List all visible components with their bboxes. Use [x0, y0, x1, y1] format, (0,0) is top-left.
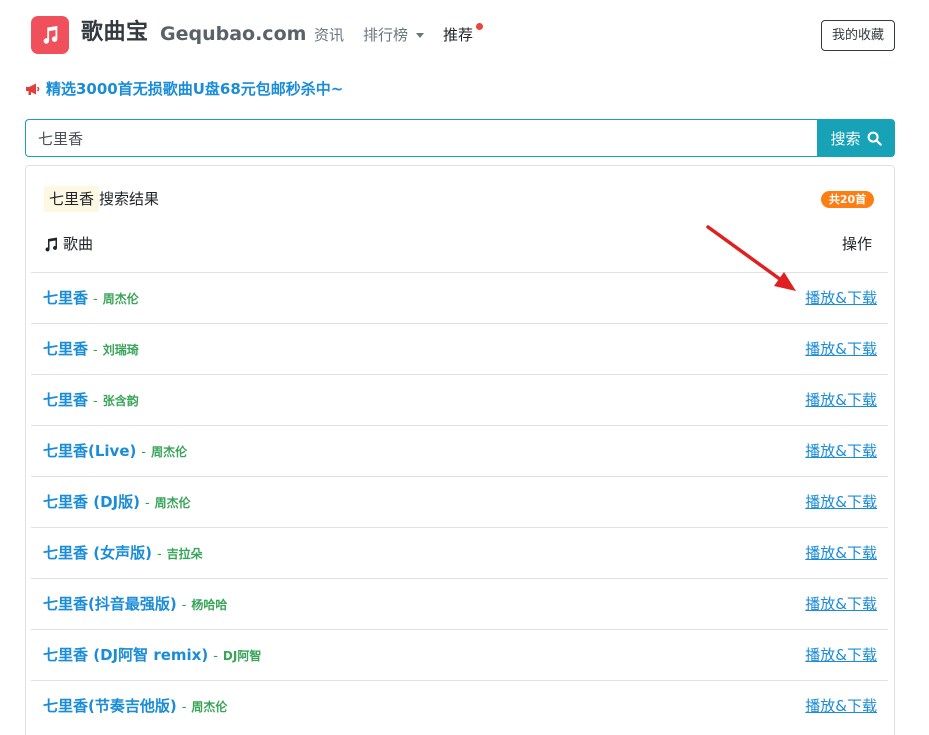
song-title-link[interactable]: 七里香 (DJ版) [43, 492, 140, 512]
list-item: 七里香 (DJ阿智 remix) - DJ阿智 播放&下载 [31, 629, 888, 680]
results-heading: 七里香 搜索结果 [44, 186, 159, 212]
logo[interactable] [31, 16, 69, 54]
song-title-link[interactable]: 七里香(Live) [43, 441, 136, 461]
chevron-down-icon [416, 32, 425, 38]
play-download-link[interactable]: 播放&下载 [805, 390, 877, 410]
song-artist: 周杰伦 [102, 292, 139, 306]
song-title-link[interactable]: 七里香(节奏吉他版) [43, 696, 177, 716]
search-icon [867, 131, 882, 146]
column-header-song: 歌曲 [44, 233, 93, 255]
annotation-arrow-icon [706, 225, 796, 291]
search-input[interactable] [25, 119, 819, 157]
result-count-badge: 共20首 [821, 191, 874, 208]
search-button-label: 搜索 [830, 129, 861, 148]
nav-rankings-label: 排行榜 [363, 26, 409, 44]
nav-news[interactable]: 资讯 [314, 25, 344, 45]
song-title-link[interactable]: 七里香 (女声版) [43, 543, 152, 563]
announcement-link[interactable]: 精选3000首无损歌曲U盘68元包邮秒杀中~ [25, 79, 343, 99]
song-title-link[interactable]: 七里香(抖音最强版) [43, 594, 177, 614]
song-artist: 周杰伦 [191, 700, 228, 714]
play-download-link[interactable]: 播放&下载 [805, 594, 877, 614]
search-keyword: 七里香 [44, 186, 100, 212]
favorites-button[interactable]: 我的收藏 [821, 20, 895, 51]
play-download-link[interactable]: 播放&下载 [805, 492, 877, 512]
song-artist: 张含韵 [102, 394, 139, 408]
song-title-link[interactable]: 七里香 [43, 288, 88, 308]
list-item: 七里香(抖音最强版) - 杨哈哈 播放&下载 [31, 578, 888, 629]
play-download-link[interactable]: 播放&下载 [805, 645, 877, 665]
header: 歌曲宝 Gequbao.com 资讯 排行榜 推荐 我的收藏 [0, 0, 929, 70]
play-download-link[interactable]: 播放&下载 [805, 339, 877, 359]
list-item: 七里香 (女声版) - 吉拉朵 播放&下载 [31, 527, 888, 578]
song-title-link[interactable]: 七里香 [43, 390, 88, 410]
song-artist: 杨哈哈 [191, 598, 228, 612]
search-button[interactable]: 搜索 [817, 119, 895, 157]
results-heading-suffix: 搜索结果 [99, 190, 160, 208]
play-download-link[interactable]: 播放&下载 [805, 288, 877, 308]
brand-domain[interactable]: Gequbao.com [160, 20, 306, 48]
song-artist: DJ阿智 [222, 649, 262, 663]
notification-dot [476, 23, 483, 30]
list-item: 七里香 - 刘瑞琦 播放&下载 [31, 323, 888, 374]
column-header-song-label: 歌曲 [63, 235, 94, 253]
list-item: 七里香 - 张含韵 播放&下载 [31, 374, 888, 425]
list-item: 七里香(Live) - 周杰伦 播放&下载 [31, 425, 888, 476]
nav-recommend[interactable]: 推荐 [443, 25, 473, 45]
column-header-action: 操作 [842, 235, 873, 253]
music-note-icon [43, 25, 58, 44]
song-list: 七里香 - 周杰伦 播放&下载 七里香 - 刘瑞琦 播放&下载 七里香 - 张含韵 播放&下… [31, 272, 888, 731]
play-download-link[interactable]: 播放&下载 [805, 441, 877, 461]
brand-name[interactable]: 歌曲宝 [81, 18, 149, 48]
megaphone-icon [25, 82, 41, 96]
announcement-text: 精选3000首无损歌曲U盘68元包邮秒杀中~ [46, 80, 344, 98]
song-title-link[interactable]: 七里香 [43, 339, 88, 359]
song-title-link[interactable]: 七里香 (DJ阿智 remix) [43, 645, 208, 665]
play-download-link[interactable]: 播放&下载 [805, 696, 877, 716]
song-artist: 周杰伦 [151, 445, 188, 459]
song-artist: 刘瑞琦 [102, 343, 139, 357]
list-item: 七里香 (DJ版) - 周杰伦 播放&下载 [31, 476, 888, 527]
music-note-icon [45, 237, 57, 251]
play-download-link[interactable]: 播放&下载 [805, 543, 877, 563]
song-artist: 周杰伦 [154, 496, 191, 510]
nav-rankings[interactable]: 排行榜 [363, 25, 425, 45]
song-artist: 吉拉朵 [166, 547, 203, 561]
list-item: 七里香(节奏吉他版) - 周杰伦 播放&下载 [31, 680, 888, 731]
